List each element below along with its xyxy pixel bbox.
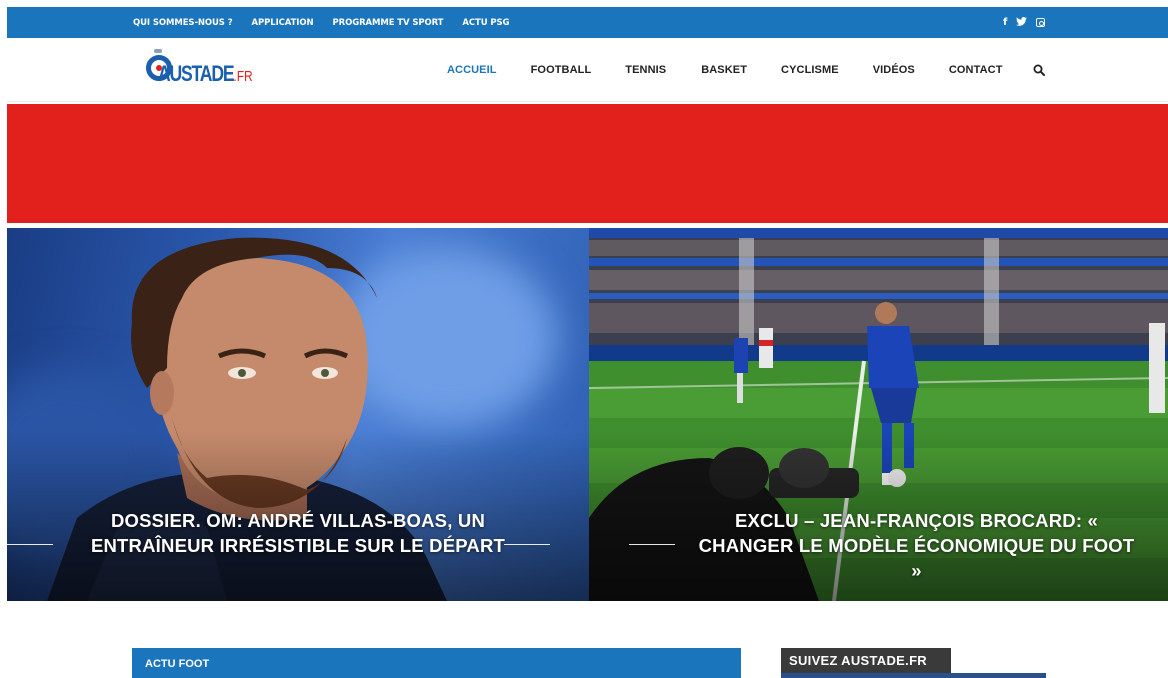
instagram-icon[interactable] [1036,18,1046,27]
follow-widget-strip [781,673,1046,678]
top-link-qui-sommes-nous[interactable]: QUI SOMMES-NOUS ? [133,18,233,28]
site-logo[interactable]: AUSTADE.FR [146,49,266,93]
top-link-actu-psg[interactable]: ACTU PSG [462,18,509,28]
main-nav: ACCUEIL FOOTBALL TENNIS BASKET CYCLISME … [447,38,1003,102]
section-actu-foot-label: ACTU FOOT [145,658,210,670]
header: AUSTADE.FR ACCUEIL FOOTBALL TENNIS BASKE… [7,38,1168,102]
nav-cyclisme[interactable]: CYCLISME [781,64,839,76]
section-actu-foot: ACTU FOOT [132,648,741,678]
search-icon[interactable] [1033,64,1045,76]
logo-wordmark: AUSTADE.FR [158,61,253,86]
nav-football[interactable]: FOOTBALL [531,64,592,76]
nav-tennis[interactable]: TENNIS [625,64,666,76]
hero-article-brocard[interactable]: EXCLU – JEAN-FRANÇOIS BROCARD: « CHANGER… [589,228,1168,601]
top-links: QUI SOMMES-NOUS ? APPLICATION PROGRAMME … [133,7,509,38]
title-dash-left [629,544,675,545]
twitter-icon[interactable] [1016,16,1028,29]
facebook-icon[interactable]: f [1003,17,1007,28]
section-follow-label: SUIVEZ AUSTADE.FR [789,653,927,668]
ad-banner[interactable] [7,104,1168,223]
nav-contact[interactable]: CONTACT [949,64,1003,76]
nav-basket[interactable]: BASKET [701,64,747,76]
logo-tick [154,49,162,53]
hero-title[interactable]: EXCLU – JEAN-FRANÇOIS BROCARD: « CHANGER… [693,508,1140,583]
hero-article-villas-boas[interactable]: DOSSIER. OM: ANDRÉ VILLAS-BOAS, UN ENTRA… [7,228,589,601]
hero-title[interactable]: DOSSIER. OM: ANDRÉ VILLAS-BOAS, UN ENTRA… [47,508,549,558]
top-link-application[interactable]: APPLICATION [252,18,314,28]
nav-videos[interactable]: VIDÉOS [873,64,915,76]
top-link-programme-tv-sport[interactable]: PROGRAMME TV SPORT [333,18,444,28]
top-bar: QUI SOMMES-NOUS ? APPLICATION PROGRAMME … [7,7,1168,38]
social-links: f [1003,7,1046,38]
section-follow-austade: SUIVEZ AUSTADE.FR [781,648,951,673]
page: QUI SOMMES-NOUS ? APPLICATION PROGRAMME … [0,0,1168,678]
nav-accueil[interactable]: ACCUEIL [447,64,497,76]
